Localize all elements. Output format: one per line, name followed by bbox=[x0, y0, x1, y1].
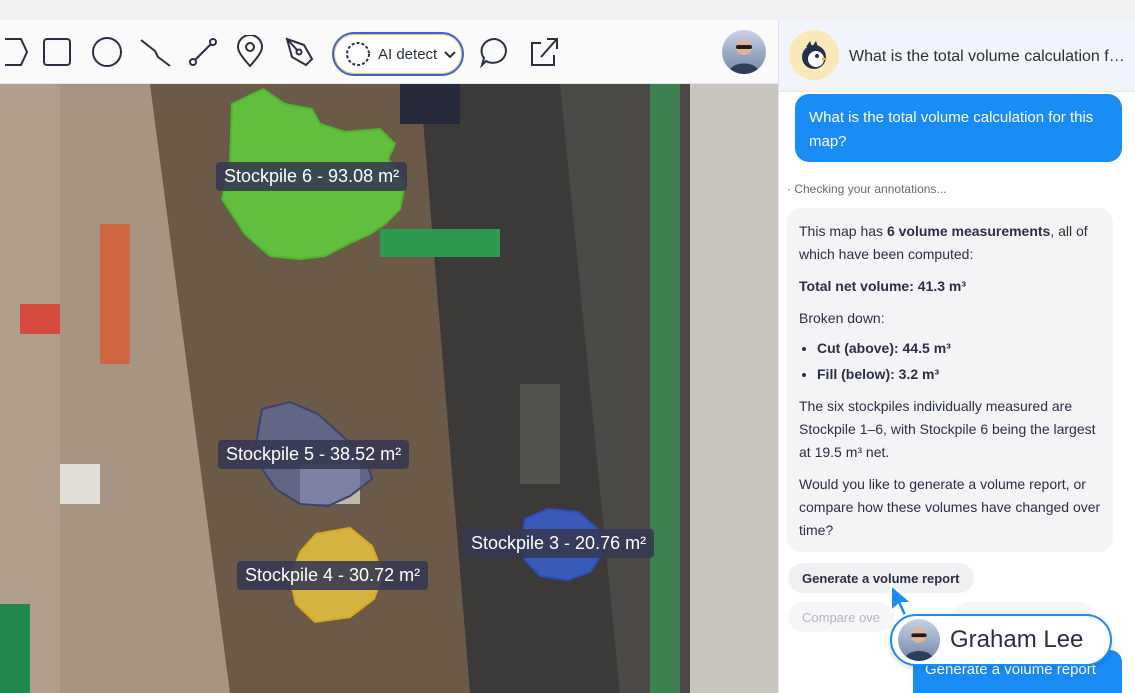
chevron-down-icon bbox=[444, 51, 456, 59]
share-icon[interactable] bbox=[526, 34, 562, 70]
assistant-message-bubble: This map has 6 volume measurements, all … bbox=[787, 208, 1113, 552]
stockpile-3-label[interactable]: Stockpile 3 - 20.76 m² bbox=[463, 529, 655, 558]
stockpile-6-label[interactable]: Stockpile 6 - 93.08 m² bbox=[216, 162, 408, 191]
answer-intro-pre: This map has bbox=[799, 223, 887, 239]
pen-tool-icon[interactable] bbox=[281, 34, 317, 70]
compare-volumes-chip[interactable]: Compare ove bbox=[788, 602, 895, 632]
collaborator-name: Graham Lee bbox=[950, 626, 1084, 653]
fill-volume: Fill (below): 3.2 m³ bbox=[817, 366, 940, 382]
top-bar bbox=[0, 0, 1135, 20]
polyline-icon[interactable] bbox=[137, 34, 173, 70]
list-item: Cut (above): 44.5 m³ bbox=[817, 337, 1101, 360]
circle-icon[interactable] bbox=[89, 34, 125, 70]
cut-volume: Cut (above): 44.5 m³ bbox=[817, 340, 951, 356]
line-icon[interactable] bbox=[185, 34, 221, 70]
answer-intro: This map has 6 volume measurements, all … bbox=[799, 220, 1101, 266]
answer-question: Would you like to generate a volume repo… bbox=[799, 476, 1101, 538]
stockpile-4-label[interactable]: Stockpile 4 - 30.72 m² bbox=[237, 561, 429, 590]
chat-header: What is the total volume calculation for… bbox=[779, 20, 1135, 92]
total-net-volume: Total net volume: 41.3 m³ bbox=[799, 278, 966, 294]
comment-icon[interactable] bbox=[477, 34, 513, 70]
answer-stockpiles: The six stockpiles individually measured… bbox=[799, 398, 1096, 460]
collaborator-cursor-badge: Graham Lee bbox=[890, 614, 1112, 666]
bird-bot-icon bbox=[789, 30, 839, 80]
ai-chat-panel: What is the total volume calculation for… bbox=[778, 20, 1135, 693]
generate-report-chip[interactable]: Generate a volume report bbox=[788, 563, 974, 593]
chat-title: What is the total volume calculation for… bbox=[849, 48, 1127, 65]
volume-breakdown-list: Cut (above): 44.5 m³ Fill (below): 3.2 m… bbox=[817, 337, 1101, 386]
user-message-bubble: What is the total volume calculation for… bbox=[795, 94, 1122, 162]
location-pin-icon[interactable] bbox=[232, 34, 268, 70]
drawing-toolbar: AI detect bbox=[0, 20, 778, 84]
polygon-icon[interactable] bbox=[0, 34, 32, 70]
aerial-map[interactable]: Stockpile 6 - 93.08 m² Stockpile 5 - 38.… bbox=[0, 84, 778, 693]
rectangle-icon[interactable] bbox=[39, 34, 75, 70]
stockpile-5-label[interactable]: Stockpile 5 - 38.52 m² bbox=[218, 440, 410, 469]
answer-intro-bold: 6 volume measurements bbox=[886, 223, 1051, 239]
status-text: · Checking your annotations... bbox=[787, 182, 947, 196]
ai-detect-label: AI detect bbox=[378, 45, 438, 63]
ai-sparkle-icon bbox=[346, 42, 370, 66]
list-item: Fill (below): 3.2 m³ bbox=[817, 363, 1101, 386]
ai-detect-button[interactable]: AI detect bbox=[332, 32, 464, 76]
broken-down-label: Broken down: bbox=[799, 310, 885, 326]
collaborator-avatar bbox=[898, 619, 940, 661]
user-avatar[interactable] bbox=[722, 30, 766, 74]
